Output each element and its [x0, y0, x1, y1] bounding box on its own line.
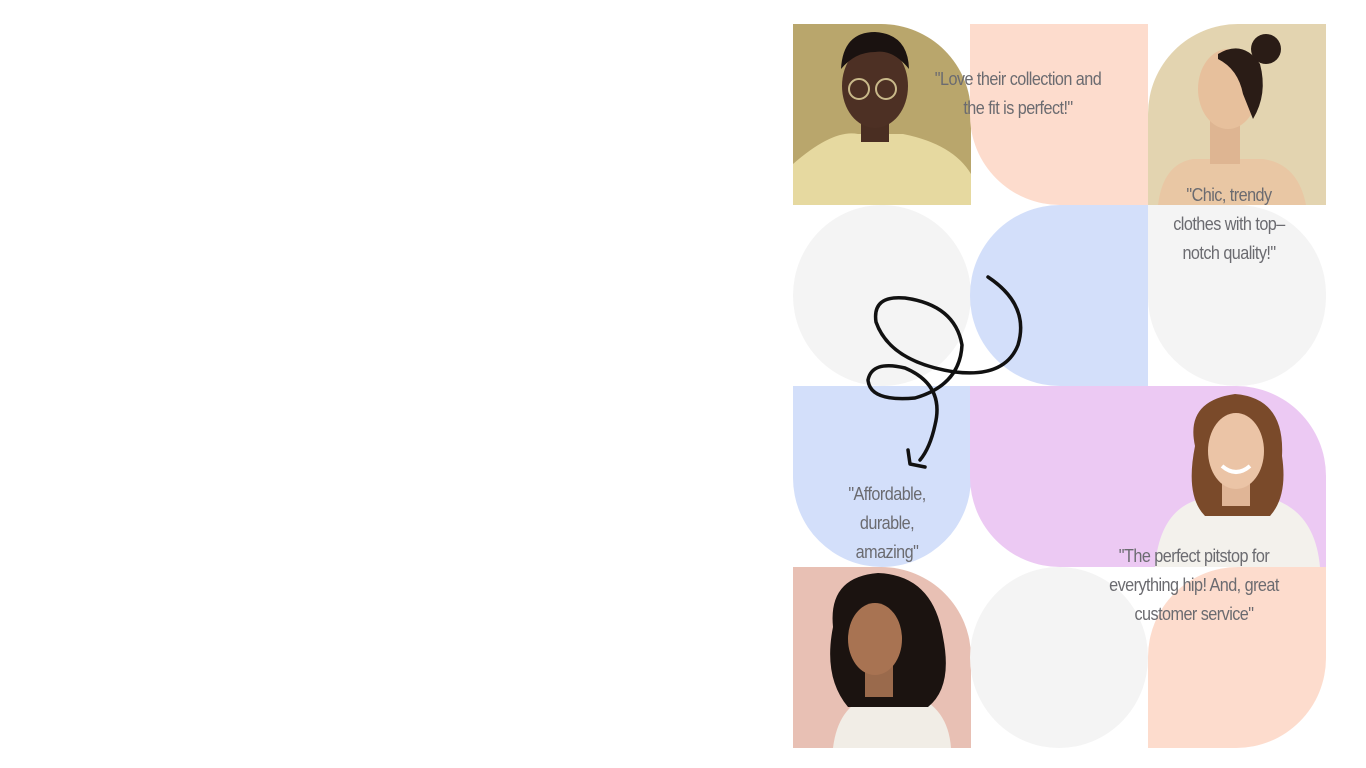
testimonial-quote: "Chic, trendy clothes with top–notch qua…	[1173, 185, 1285, 263]
blue-tile	[970, 205, 1148, 386]
customer-photo-woman-bun	[1148, 24, 1326, 205]
testimonial-quote: "Affordable, durable, amazing"	[848, 484, 926, 562]
customer-photo-woman-smiling	[970, 386, 1326, 567]
gray-circle-tile	[793, 205, 971, 386]
testimonial-quote: "Love their collection and the fit is pe…	[934, 69, 1102, 118]
customer-photo-woman-curly	[793, 567, 971, 748]
testimonial-quote: "The perfect pitstop for everything hip!…	[1109, 546, 1279, 624]
